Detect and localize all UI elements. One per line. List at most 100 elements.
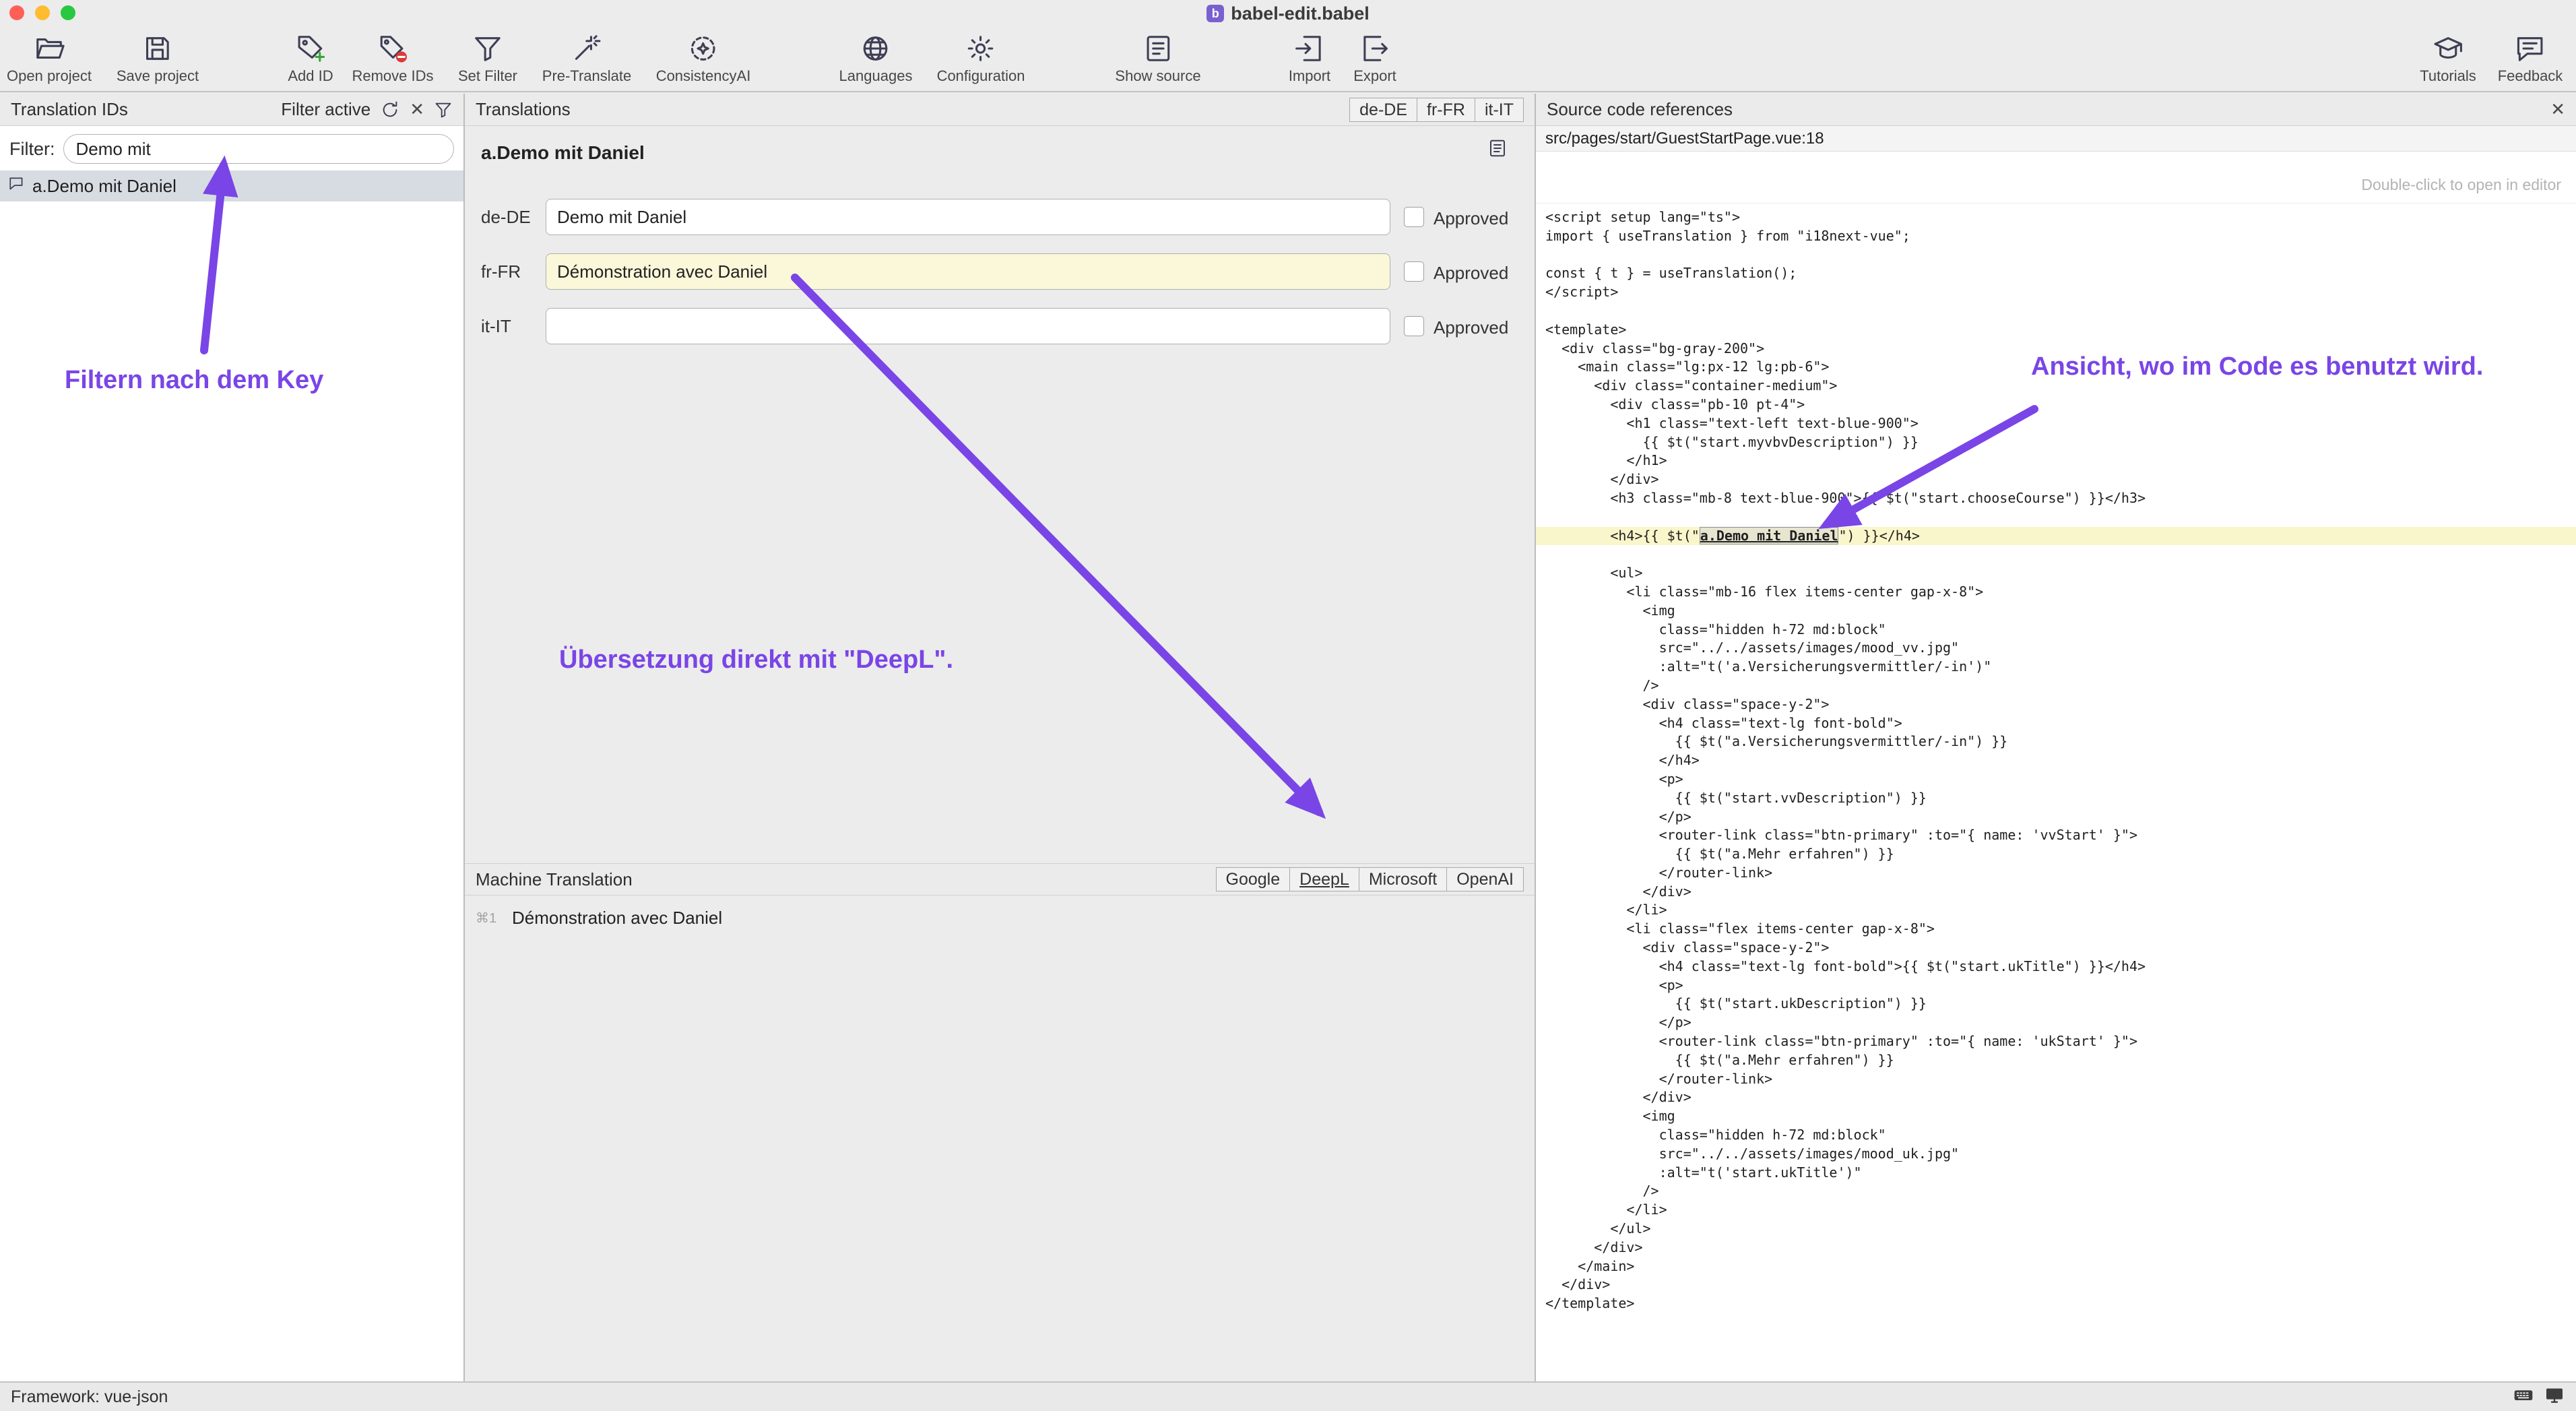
toolbar-label: Pre-Translate — [542, 67, 631, 85]
languages-button[interactable]: Languages — [839, 32, 913, 85]
set-filter-button[interactable]: Set Filter — [458, 32, 517, 85]
mt-suggestion-text: Démonstration avec Daniel — [512, 908, 722, 929]
show-source-button[interactable]: Show source — [1115, 32, 1200, 85]
code-line: /> — [1536, 1182, 2576, 1201]
translation-input-it[interactable] — [546, 308, 1390, 344]
code-line: </template> — [1536, 1294, 2576, 1313]
open-project-button[interactable]: Open project — [7, 32, 92, 85]
code-viewer[interactable]: Double-click to open in editor <script s… — [1536, 152, 2576, 1381]
code-line: <div class="pb-10 pt-4"> — [1536, 396, 2576, 414]
filter-annotation: Filtern nach dem Key — [65, 366, 323, 395]
save-icon — [142, 32, 173, 65]
code-line: </router-link> — [1536, 1070, 2576, 1089]
code-line: <h1 class="text-left text-blue-900"> — [1536, 414, 2576, 433]
engine-deepl[interactable]: DeepL — [1289, 867, 1359, 891]
code-line — [1536, 545, 2576, 564]
code-line: </main> — [1536, 1257, 2576, 1276]
tab-it-IT[interactable]: it-IT — [1475, 98, 1524, 122]
code-line: </ul> — [1536, 1220, 2576, 1238]
code-line: <template> — [1536, 321, 2576, 340]
translation-ids-panel: Translation IDs Filter active ✕ Filter: … — [0, 94, 465, 1381]
source-code-panel: Source code references ✕ src/pages/start… — [1535, 94, 2576, 1381]
code-line: </div> — [1536, 883, 2576, 902]
code-line: <script setup lang="ts"> — [1536, 208, 2576, 227]
toolbar-label: ConsistencyAI — [656, 67, 751, 85]
toolbar-label: Tutorials — [2420, 67, 2476, 85]
code-line: <li class="flex items-center gap-x-8"> — [1536, 920, 2576, 939]
consistency-ai-button[interactable]: ConsistencyAI — [656, 32, 751, 85]
translation-input-fr[interactable] — [546, 253, 1390, 290]
configuration-button[interactable]: Configuration — [937, 32, 1025, 85]
status-bar: Framework: vue-json — [0, 1381, 2576, 1411]
window-chrome: b babel-edit.babel Open project Save pro… — [0, 0, 2576, 92]
export-button[interactable]: Export — [1353, 32, 1396, 85]
code-line: </p> — [1536, 1013, 2576, 1032]
remove-ids-button[interactable]: Remove IDs — [352, 32, 433, 85]
display-icon[interactable] — [2544, 1384, 2565, 1410]
translation-id-label: a.Demo mit Daniel — [32, 176, 176, 197]
toolbar: Open project Save project Add ID Remove … — [0, 27, 2576, 92]
id-options-icon[interactable] — [1487, 138, 1508, 162]
filter-icon[interactable] — [434, 100, 453, 119]
code-line: </p> — [1536, 808, 2576, 827]
refresh-icon[interactable] — [380, 100, 400, 120]
engine-google[interactable]: Google — [1216, 867, 1291, 891]
code-line — [1536, 246, 2576, 265]
toolbar-label: Feedback — [2498, 67, 2563, 85]
add-id-button[interactable]: Add ID — [288, 32, 333, 85]
approved-checkbox-fr[interactable] — [1404, 261, 1424, 282]
remove-tag-icon — [377, 32, 408, 65]
code-line: <ul> — [1536, 564, 2576, 583]
code-line: <p> — [1536, 770, 2576, 789]
mt-suggestion-row[interactable]: ⌘1 Démonstration avec Daniel — [465, 896, 1535, 929]
source-file-reference[interactable]: src/pages/start/GuestStartPage.vue:18 — [1536, 126, 2576, 152]
save-project-button[interactable]: Save project — [117, 32, 199, 85]
comment-icon — [8, 175, 26, 197]
main-area: Translation IDs Filter active ✕ Filter: … — [0, 94, 2576, 1381]
pre-translate-button[interactable]: Pre-Translate — [542, 32, 631, 85]
language-tabs: de-DE fr-FR it-IT — [1350, 98, 1524, 122]
toolbar-label: Languages — [839, 67, 913, 85]
clear-filter-icon[interactable]: ✕ — [410, 99, 424, 120]
engine-openai[interactable]: OpenAI — [1446, 867, 1524, 891]
code-line: </div> — [1536, 1088, 2576, 1107]
globe-icon — [860, 32, 891, 65]
mt-engine-tabs: Google DeepL Microsoft OpenAI — [1217, 867, 1524, 891]
import-button[interactable]: Import — [1289, 32, 1330, 85]
keyboard-icon[interactable] — [2513, 1384, 2534, 1410]
code-line: import { useTranslation } from "i18next-… — [1536, 227, 2576, 246]
code-line: <div class="space-y-2"> — [1536, 695, 2576, 714]
feedback-button[interactable]: Feedback — [2498, 32, 2563, 85]
close-panel-icon[interactable]: ✕ — [2550, 99, 2565, 120]
translation-input-de[interactable] — [546, 199, 1390, 235]
list-item[interactable]: a.Demo mit Daniel — [0, 170, 463, 201]
code-line: </router-link> — [1536, 864, 2576, 883]
code-line: /> — [1536, 677, 2576, 695]
approved-checkbox-de[interactable] — [1404, 207, 1424, 227]
toolbar-label: Add ID — [288, 67, 333, 85]
filter-label: Filter: — [9, 139, 55, 160]
titlebar: b babel-edit.babel — [0, 0, 2576, 27]
window-title: babel-edit.babel — [1231, 3, 1370, 24]
approved-label: Approved — [1434, 208, 1508, 229]
code-line: <router-link class="btn-primary" :to="{ … — [1536, 1032, 2576, 1051]
current-translation-id: a.Demo mit Daniel — [481, 142, 645, 164]
export-icon — [1359, 32, 1390, 65]
code-reference-token[interactable]: a.Demo mit Daniel — [1700, 527, 1839, 544]
code-line: </div> — [1536, 1238, 2576, 1257]
panel-title: Machine Translation — [476, 869, 633, 890]
code-line: {{ $t("a.Versicherungsvermittler/-in") }… — [1536, 732, 2576, 751]
code-line: </li> — [1536, 1201, 2576, 1220]
code-line: src="../../assets/images/mood_vv.jpg" — [1536, 639, 2576, 658]
tutorials-button[interactable]: Tutorials — [2420, 32, 2476, 85]
code-line — [1536, 508, 2576, 527]
code-line: <p> — [1536, 976, 2576, 995]
code-line: {{ $t("a.Mehr erfahren") }} — [1536, 845, 2576, 864]
filter-input[interactable] — [63, 134, 455, 164]
code-line: </div> — [1536, 470, 2576, 489]
approved-checkbox-it[interactable] — [1404, 316, 1424, 336]
code-line: {{ $t("start.vvDescription") }} — [1536, 789, 2576, 808]
tab-de-DE[interactable]: de-DE — [1349, 98, 1417, 122]
tab-fr-FR[interactable]: fr-FR — [1417, 98, 1475, 122]
engine-microsoft[interactable]: Microsoft — [1359, 867, 1447, 891]
